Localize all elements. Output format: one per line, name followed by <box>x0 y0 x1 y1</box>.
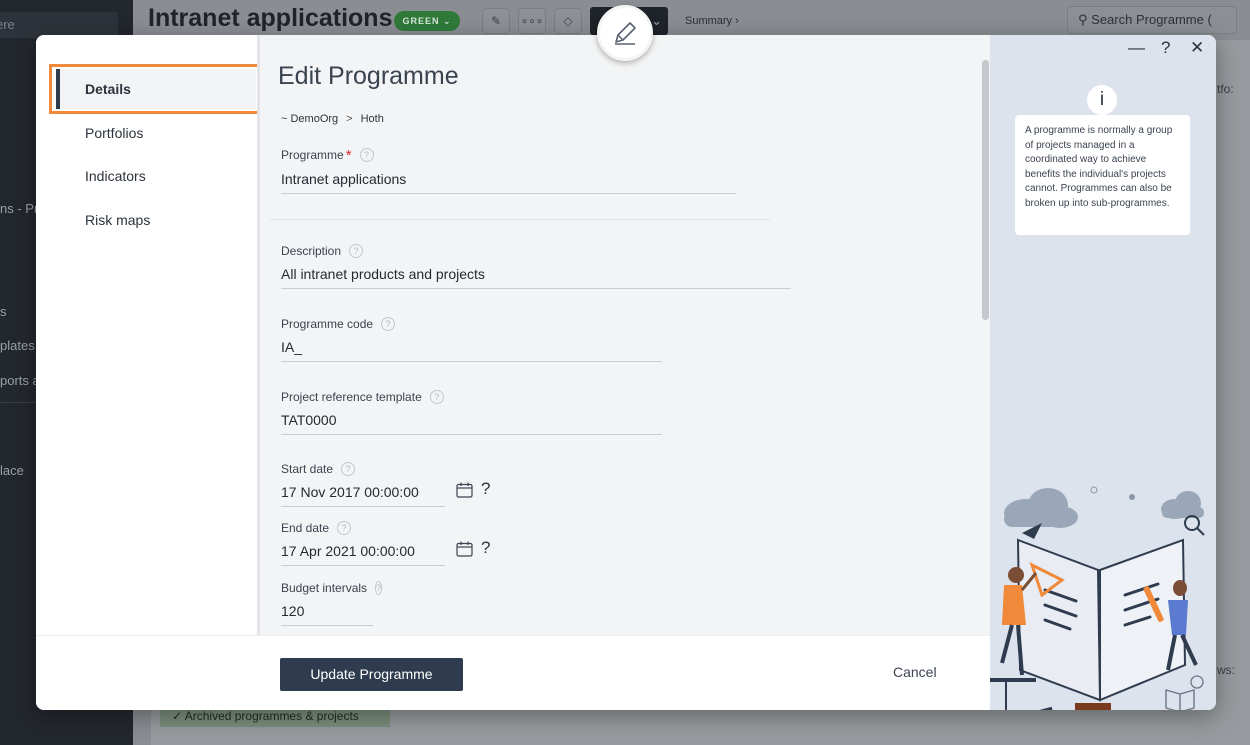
cancel-button[interactable]: Cancel <box>893 664 937 680</box>
description-label: Description <box>281 244 342 258</box>
programme-code-field: Programme code ? IA_ <box>281 316 662 364</box>
end-date-field: End date ? 17 Apr 2021 00:00:00 ? <box>281 520 511 568</box>
info-icon: i <box>1087 85 1117 115</box>
status-badge-label: GREEN <box>402 16 440 26</box>
project-reference-template-label: Project reference template <box>281 390 422 404</box>
search-programme-input[interactable]: ⚲ Search Programme ( <box>1067 6 1237 34</box>
archived-chip-label: Archived programmes & projects <box>184 709 359 723</box>
cloud-left <box>1004 488 1078 528</box>
details-highlight-frame <box>49 64 262 114</box>
modal-footer: Update Programme Cancel <box>36 635 990 710</box>
search-placeholder: Search Programme ( <box>1091 12 1212 27</box>
programme-code-label: Programme code <box>281 317 374 331</box>
status-badge[interactable]: GREEN ⌄ <box>394 11 460 31</box>
programme-label: Programme <box>281 148 344 162</box>
chevron-down-icon: ⌄ <box>651 13 662 28</box>
close-icon[interactable]: ✕ <box>1190 38 1204 58</box>
edge-text: ws: <box>1217 663 1235 677</box>
edge-text: tfo: <box>1217 82 1234 96</box>
breadcrumb-org[interactable]: ~ DemoOrg <box>281 113 338 125</box>
sidebar-item[interactable]: ns - Pr <box>0 201 38 216</box>
sidebar-item[interactable]: plates <box>0 338 35 353</box>
description-field: Description ? All intranet products and … <box>281 243 791 291</box>
description-input[interactable]: All intranet products and projects <box>281 266 791 289</box>
form-divider <box>270 219 770 220</box>
start-date-input[interactable]: 17 Nov 2017 00:00:00 <box>281 484 445 507</box>
update-programme-button[interactable]: Update Programme <box>280 658 463 691</box>
info-panel: — ? ✕ i A programme is normally a group … <box>990 35 1216 710</box>
more-toolbar-button[interactable]: ∘∘∘ <box>518 8 546 34</box>
edit-mode-badge <box>597 5 653 61</box>
illustration <box>990 486 1205 710</box>
calendar-icon[interactable] <box>456 541 473 557</box>
chevron-down-icon: ⌄ <box>442 16 452 26</box>
programme-input[interactable]: Intranet applications <box>281 171 736 194</box>
breadcrumb-separator: > <box>346 113 353 125</box>
summary-link[interactable]: Summary › <box>685 15 739 27</box>
project-reference-template-input[interactable]: TAT0000 <box>281 412 662 435</box>
date-help-icon[interactable]: ? <box>481 538 490 558</box>
edit-programme-modal: Details Portfolios Indicators Risk maps … <box>36 35 1216 710</box>
required-marker: * <box>345 146 352 164</box>
budget-intervals-label: Budget intervals <box>281 581 368 595</box>
nav-item-portfolios[interactable]: Portfolios <box>56 113 256 153</box>
help-circle-icon[interactable]: ? <box>341 462 356 476</box>
programme-form: Edit Programme ~ DemoOrg > Hoth Programme … <box>257 35 990 635</box>
search-icon: ⚲ <box>1078 12 1088 27</box>
minimize-icon[interactable]: — <box>1128 38 1145 58</box>
nav-item-indicators[interactable]: Indicators <box>56 156 256 196</box>
cloud-right <box>1161 491 1204 519</box>
programme-field: Programme * ? Intranet applications <box>281 147 736 195</box>
end-date-input[interactable]: 17 Apr 2021 00:00:00 <box>281 543 445 566</box>
calendar-icon[interactable] <box>456 482 473 498</box>
help-circle-icon[interactable]: ? <box>337 521 352 535</box>
end-date-label: End date <box>281 521 330 535</box>
sidebar-item[interactable]: lace <box>0 463 24 478</box>
tag-toolbar-button[interactable]: ◇ <box>554 8 582 34</box>
more-icon: ∘∘∘ <box>520 14 544 28</box>
sidebar-item[interactable]: s <box>0 304 7 319</box>
nav-item-risk-maps[interactable]: Risk maps <box>56 200 256 240</box>
pencil-icon: ✎ <box>490 14 502 28</box>
edit-pencil-icon <box>615 22 636 45</box>
budget-intervals-input[interactable]: 120 <box>281 603 373 626</box>
help-circle-icon[interactable]: ? <box>375 581 383 595</box>
programme-code-input[interactable]: IA_ <box>281 339 662 362</box>
help-circle-icon[interactable]: ? <box>381 317 396 331</box>
edit-toolbar-button[interactable]: ✎ <box>482 8 510 34</box>
tag-icon: ◇ <box>563 14 573 28</box>
sidebar-divider <box>0 402 40 403</box>
help-circle-icon[interactable]: ? <box>429 390 444 404</box>
sidebar-item[interactable]: ports a <box>0 373 40 388</box>
start-date-label: Start date <box>281 462 334 476</box>
modal-nav: Details Portfolios Indicators Risk maps <box>36 35 262 635</box>
help-circle-icon[interactable]: ? <box>349 244 364 258</box>
page-title: Intranet applications <box>148 4 393 32</box>
check-icon: ✓ <box>172 709 183 723</box>
start-date-field: Start date ? 17 Nov 2017 00:00:00 ? <box>281 461 511 509</box>
help-circle-icon[interactable]: ? <box>359 148 374 162</box>
date-help-icon[interactable]: ? <box>481 479 490 499</box>
form-scrollbar[interactable] <box>982 60 989 320</box>
breadcrumb-item[interactable]: Hoth <box>361 113 384 125</box>
budget-intervals-field: Budget intervals ? 120 <box>281 580 383 628</box>
help-icon[interactable]: ? <box>1161 38 1170 58</box>
breadcrumb: ~ DemoOrg > Hoth <box>281 113 384 125</box>
project-reference-template-field: Project reference template ? TAT0000 <box>281 389 662 437</box>
info-text: A programme is normally a group of proje… <box>1015 115 1190 235</box>
form-title: Edit Programme <box>278 62 459 90</box>
